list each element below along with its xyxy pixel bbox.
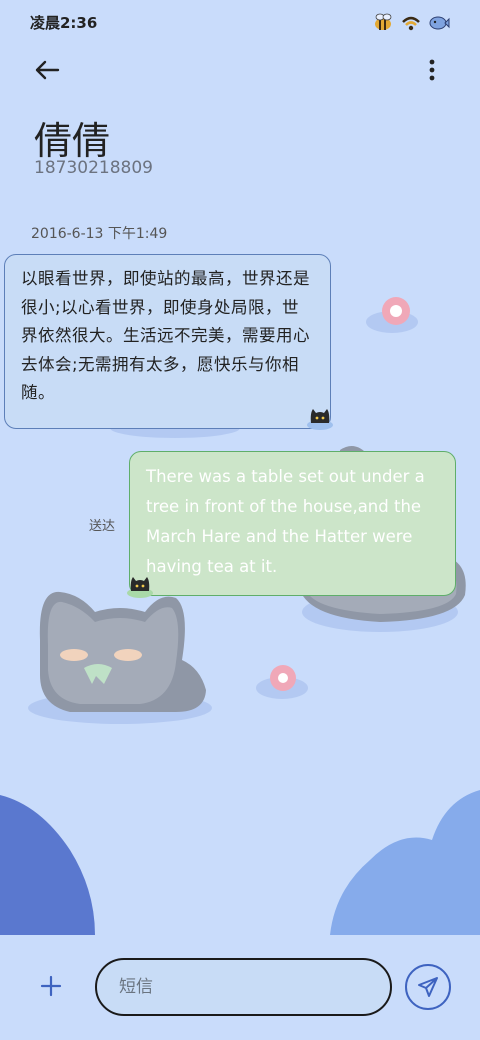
- status-bar: 凌晨2:36: [0, 0, 480, 44]
- delivery-status: 送达: [89, 519, 116, 534]
- incoming-message-text: 以眼看世界，即使站的最高，世界还是很小;以心看世界，即使身处局限，世界依然很大。…: [21, 269, 310, 402]
- send-icon: [418, 977, 438, 997]
- send-button[interactable]: [405, 964, 451, 1010]
- message-date: 2016-6-13 下午1:49: [31, 226, 168, 242]
- status-time: 凌晨2:36: [30, 13, 98, 32]
- battery-fish-icon: [429, 16, 450, 30]
- plus-icon: [40, 975, 62, 997]
- arrow-left-icon: [35, 60, 60, 80]
- more-vertical-icon: [429, 59, 435, 81]
- message-input[interactable]: [119, 977, 390, 997]
- more-options-button[interactable]: [420, 54, 444, 86]
- status-icons: [372, 13, 450, 31]
- cat-badge-icon: [307, 409, 333, 430]
- outgoing-message-text: There was a table set out under a tree i…: [146, 467, 425, 576]
- message-input-container: [95, 958, 392, 1016]
- back-button[interactable]: [30, 54, 64, 86]
- top-bar: [0, 50, 480, 90]
- cat-badge-icon: [127, 577, 153, 598]
- wifi-icon: [402, 16, 420, 31]
- composer-bar: [0, 935, 480, 1040]
- add-attachment-button[interactable]: [36, 971, 66, 1001]
- incoming-message-bubble[interactable]: 以眼看世界，即使站的最高，世界还是很小;以心看世界，即使身处局限，世界依然很大。…: [4, 254, 331, 429]
- contact-name: 倩倩: [34, 119, 111, 163]
- contact-number: 18730218809: [34, 158, 153, 178]
- bee-icon: [375, 13, 392, 30]
- outgoing-message-bubble[interactable]: There was a table set out under a tree i…: [129, 451, 456, 596]
